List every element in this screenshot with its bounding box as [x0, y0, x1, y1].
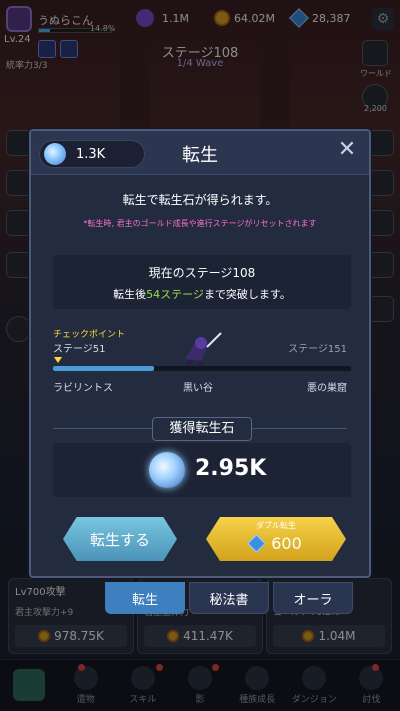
break-stage: 54ステージ [146, 288, 204, 301]
double-rebirth-label: ダブル転生 [256, 521, 296, 530]
tab-label: 転生 [131, 592, 158, 608]
end-stage: ステージ151 [288, 344, 347, 355]
rebirth-dialog: 1.3K 転生 ✕ 転生で転生石が得られます。 *転生時, 君主のゴールド成長や… [29, 129, 371, 578]
tab-label: オーラ [293, 592, 333, 608]
reward-box: 2.95K [53, 443, 351, 497]
current-stage: 現在のステージ108 [148, 266, 256, 280]
double-rebirth-cost-value: 600 [271, 534, 302, 553]
double-rebirth-cost: 600 [206, 534, 346, 553]
break-prefix: 転生後 [113, 288, 147, 301]
tab-label: 秘法書 [209, 592, 249, 608]
reward-title: 獲得転生石 [152, 417, 252, 441]
rebirth-button[interactable]: 転生する [63, 517, 177, 561]
close-icon[interactable]: ✕ [335, 139, 359, 163]
rebirth-stone-icon [149, 452, 185, 488]
checkpoint-stage: ステージ51 [53, 344, 106, 355]
rebirth-description: 転生で転生石が得られます。 [122, 193, 278, 207]
checkpoint-label: チェックポイント [53, 330, 126, 340]
dialog-header: 1.3K 転生 ✕ [31, 131, 369, 175]
checkpoint-marker-icon [54, 357, 62, 363]
reward-value: 2.95K [195, 456, 267, 481]
stage-info-box: 現在のステージ108 転生後54ステージまで突破します。 [53, 255, 351, 309]
hero-sprite-icon [185, 332, 222, 368]
zone-label: 悪の巣窟 [307, 383, 347, 394]
tab-secret-book[interactable]: 秘法書 [189, 582, 269, 614]
zone-label: ラビリントス [53, 383, 113, 394]
stage-progress-bar [53, 366, 351, 371]
stage-progress-fill [53, 366, 155, 371]
double-rebirth-button[interactable]: ダブル転生 600 [206, 517, 346, 561]
tab-rebirth[interactable]: 転生 [105, 582, 185, 614]
gem-icon [247, 534, 266, 553]
break-suffix: まで突破します。 [203, 288, 291, 301]
rebirth-button-label: 転生する [89, 530, 150, 549]
break-through-text: 転生後54ステージまで突破します。 [53, 286, 351, 302]
rebirth-warning: *転生時, 君主のゴールド成長や進行ステージがリセットされます [83, 219, 317, 228]
dialog-title: 転生 [182, 145, 218, 166]
zone-label: 黒い谷 [183, 383, 213, 394]
tab-aura[interactable]: オーラ [273, 582, 353, 614]
